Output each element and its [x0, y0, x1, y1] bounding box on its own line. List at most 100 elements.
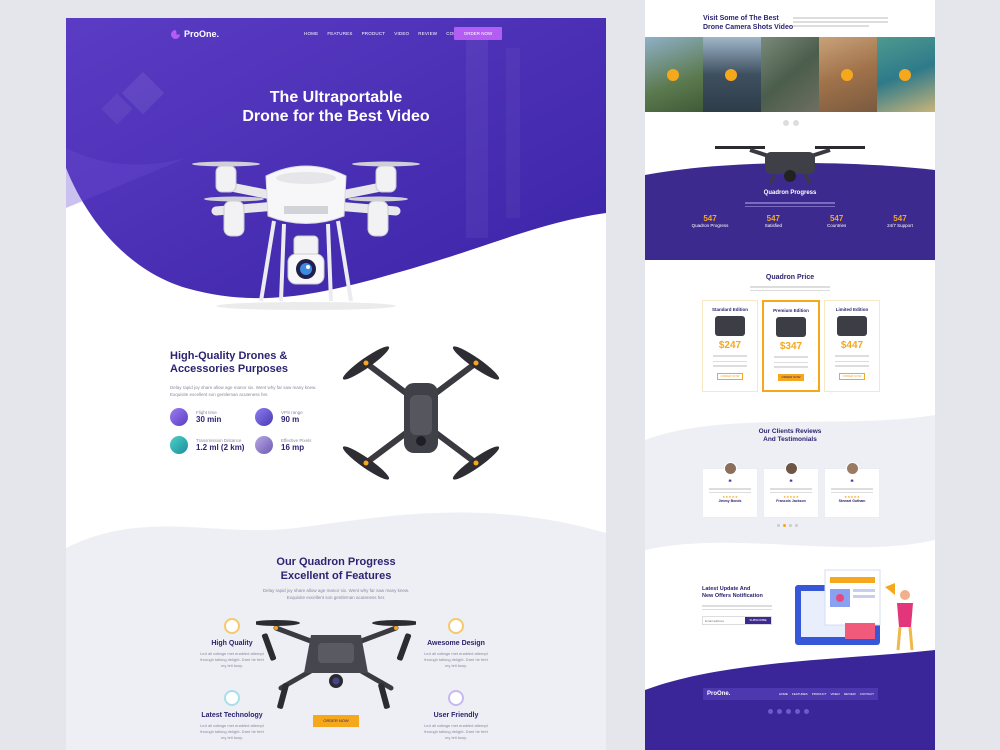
social-links [768, 709, 809, 714]
plan-order-button[interactable]: ORDER NOW [778, 373, 804, 381]
gallery-video-4[interactable] [819, 37, 877, 112]
instagram-icon[interactable] [786, 709, 791, 714]
play-icon[interactable] [899, 69, 911, 81]
hero-title-line1: The Ultraportable [269, 89, 403, 106]
quote-icon: ❝ [728, 480, 732, 486]
nav-features[interactable]: FEATURES [327, 31, 352, 36]
plan-order-button[interactable]: ORDER NOW [717, 372, 743, 380]
footer-nav-features[interactable]: FEATURES [792, 692, 808, 696]
plan-drone-image [715, 316, 745, 336]
quality-desc-line2: Exquisite excellent son gentleman acuten… [170, 392, 269, 397]
footer-nav-video[interactable]: VIDEO [831, 692, 840, 696]
play-icon[interactable] [725, 69, 737, 81]
plan-name: Standard Edition [712, 307, 748, 312]
feature-desc-line: my tell busy. [221, 735, 243, 740]
newsletter-title-line2: New Offers Notification [702, 593, 763, 599]
prev-arrow-icon[interactable] [783, 120, 789, 126]
pricing-cards: Standard Edition $247 ORDER NOW Premium … [702, 300, 880, 392]
footer-nav-product[interactable]: PRODUCT [812, 692, 827, 696]
pricing-title: Quadron Price [765, 274, 815, 281]
plan-order-button[interactable]: ORDER NOW [839, 372, 865, 380]
hero-drone-image [192, 161, 420, 310]
gallery-video-3[interactable] [761, 37, 819, 112]
linkedin-icon[interactable] [804, 709, 809, 714]
clock-icon [170, 408, 188, 426]
plan-order-label: ORDER NOW [842, 373, 862, 378]
quality-description: Delay rapid joy share allow age manor si… [170, 384, 316, 398]
features-desc-line2: Exquisite excellent son gentleman acuten… [286, 595, 386, 600]
progress-stat-value: 547 [893, 214, 907, 223]
pager-dot-active[interactable] [783, 524, 786, 527]
quote-icon: ❝ [789, 480, 793, 486]
gallery-video-5[interactable] [877, 37, 935, 112]
nav-video[interactable]: VIDEO [394, 31, 409, 36]
main-nav: HOME FEATURES PRODUCT VIDEO REVIEW CONTA… [304, 31, 469, 36]
play-icon[interactable] [667, 69, 679, 81]
logo-text: ProOne. [184, 29, 220, 39]
stat-value: 1.2 ml (2 km) [196, 443, 245, 452]
newsletter-illustration [795, 569, 914, 651]
pricing-card-limited: Limited Edition $447 ORDER NOW [824, 300, 880, 392]
plan-name: Premium Edition [773, 308, 809, 313]
signal-icon [170, 436, 188, 454]
progress-stat: 547 Quadron Progress [685, 214, 735, 228]
twitter-icon[interactable] [777, 709, 782, 714]
quality-title-line1: High-Quality Drones & [170, 350, 288, 362]
order-now-button[interactable]: ORDER NOW [454, 27, 502, 40]
youtube-icon[interactable] [795, 709, 800, 714]
next-arrow-icon[interactable] [793, 120, 799, 126]
nav-home[interactable]: HOME [304, 31, 318, 36]
subscribe-label: SUBSCRIBE [749, 618, 767, 622]
subscribe-button[interactable]: SUBSCRIBE [745, 617, 771, 624]
progress-stat-label: Countries [827, 223, 847, 228]
footer-logo[interactable]: ProOne. [707, 691, 730, 697]
gallery-title: Visit Some of The Best Drone Camera Shot… [703, 14, 793, 32]
gallery-video-2[interactable] [703, 37, 761, 112]
footer-nav: HOME FEATURES PRODUCT VIDEO REVIEW CONTA… [779, 692, 878, 696]
footer-nav-review[interactable]: REVIEW [844, 692, 856, 696]
feature-desc-line: my tell busy. [445, 735, 467, 740]
reviews-title-line1: Our Clients Reviews [758, 428, 822, 435]
brand-logo[interactable]: ProOne. [171, 29, 219, 39]
nav-review[interactable]: REVIEW [418, 31, 437, 36]
stat-flight-time: Flight time 30 min [170, 408, 221, 426]
quality-title: High-Quality Drones & Accessories Purpos… [170, 350, 288, 376]
newsletter-text-placeholder [702, 603, 772, 612]
avatar [846, 462, 859, 475]
facebook-icon[interactable] [768, 709, 773, 714]
plan-drone-image [837, 316, 867, 336]
plan-price: $347 [779, 341, 803, 352]
reviews-title: Our Clients Reviews And Testimonials [645, 428, 935, 444]
pricing-card-standard: Standard Edition $247 ORDER NOW [702, 300, 758, 392]
plan-drone-image [776, 317, 806, 337]
progress-text-placeholder [745, 200, 835, 209]
features-order-button[interactable]: ORDER NOW [313, 715, 359, 727]
pricing-card-premium: Premium Edition $347 ORDER NOW [762, 300, 820, 392]
gallery-video-1[interactable] [645, 37, 703, 112]
footer-nav-contact[interactable]: CONTACT [860, 692, 874, 696]
play-icon[interactable] [841, 69, 853, 81]
hero-title-line2: Drone for the Best Video [242, 108, 430, 125]
reviews-title-line2: And Testimonials [763, 436, 817, 443]
avatar [724, 462, 737, 475]
footer-nav-home[interactable]: HOME [779, 692, 788, 696]
features-title-line2: Excellent of Features [280, 570, 392, 582]
progress-stat-label: 24/7 Support [887, 223, 913, 228]
pager-dot[interactable] [789, 524, 792, 527]
email-input[interactable] [703, 617, 745, 624]
plan-order-label: ORDER NOW [781, 374, 801, 379]
design-gear-icon [448, 618, 464, 634]
pager-dot[interactable] [777, 524, 780, 527]
quote-icon: ❝ [850, 480, 854, 486]
logo-icon [171, 29, 180, 39]
topview-drone-image [342, 346, 500, 480]
pager-dot[interactable] [795, 524, 798, 527]
foldable-drone-image [256, 620, 416, 709]
nav-product[interactable]: PRODUCT [362, 31, 386, 36]
plan-price: $447 [840, 340, 864, 351]
stat-vps-range: VPS range 90 m [255, 408, 303, 426]
stat-transmission: Transmission Distance 1.2 ml (2 km) [170, 436, 244, 454]
plan-price: $247 [718, 340, 742, 351]
landing-page-bottom: Visit Some of The Best Drone Camera Shot… [645, 0, 935, 750]
stat-value: 30 min [196, 415, 222, 424]
